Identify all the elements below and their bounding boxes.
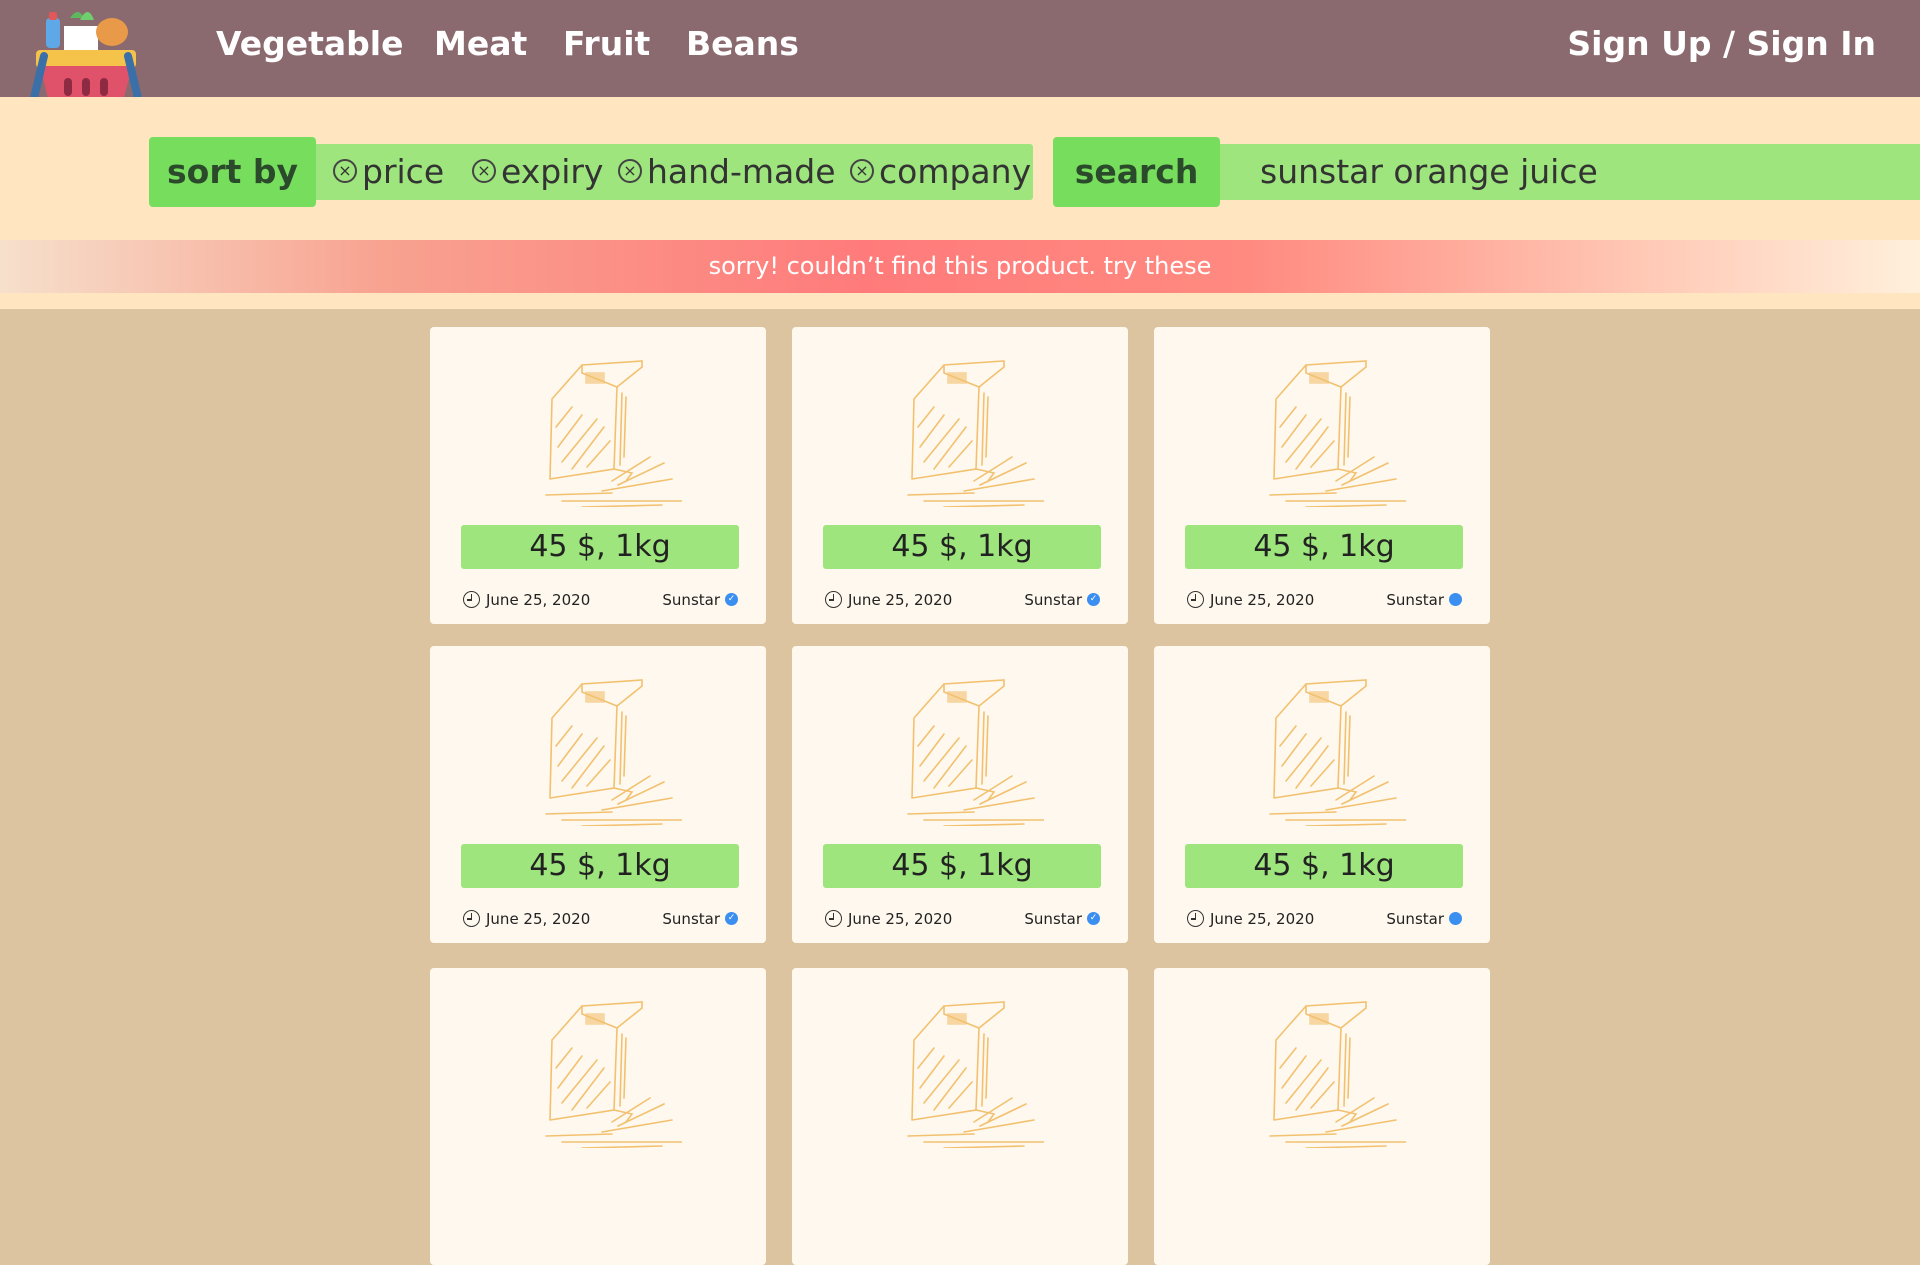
juice-carton-sketch: [1266, 357, 1407, 508]
chip-label: company: [879, 152, 1032, 191]
verified-check-icon: [1449, 912, 1462, 925]
verified-check-icon: [1449, 593, 1462, 606]
top-nav-bar: Vegetable Meat Fruit Beans Sign Up / Sig…: [0, 0, 1920, 97]
clock-icon: [825, 591, 842, 608]
product-card[interactable]: 45 $, 1kg June 25, 2020 Sunstar ✓: [430, 327, 766, 624]
product-date: June 25, 2020: [463, 909, 590, 929]
juice-carton-sketch: [904, 676, 1045, 827]
juice-carton-sketch: [542, 676, 683, 827]
product-card[interactable]: 45 $, 1kg June 25, 2020 Sunstar: [1154, 646, 1490, 943]
product-price: 45 $, 1kg: [461, 844, 739, 888]
not-found-notice: sorry! couldn’t find this product. try t…: [0, 240, 1920, 293]
product-price: 45 $, 1kg: [823, 525, 1101, 569]
product-date: June 25, 2020: [1187, 909, 1314, 929]
chip-label: expiry: [501, 152, 604, 191]
verified-check-icon: ✓: [725, 593, 738, 606]
product-price: 45 $, 1kg: [461, 525, 739, 569]
sort-by-button[interactable]: sort by: [149, 137, 316, 207]
chip-expiry[interactable]: × expiry: [472, 144, 603, 200]
product-vendor[interactable]: Sunstar ✓: [1024, 590, 1100, 610]
chip-label: hand-made: [647, 152, 836, 191]
circle-x-icon[interactable]: ×: [850, 158, 874, 183]
product-vendor[interactable]: Sunstar ✓: [1024, 909, 1100, 929]
product-card[interactable]: [792, 968, 1128, 1265]
circle-x-icon[interactable]: ×: [618, 158, 642, 183]
juice-carton-sketch: [1266, 676, 1407, 827]
verified-check-icon: ✓: [725, 912, 738, 925]
product-price: 45 $, 1kg: [1185, 525, 1463, 569]
product-vendor[interactable]: Sunstar: [1386, 590, 1462, 610]
sign-in-link[interactable]: Sign Up / Sign In: [1567, 24, 1876, 63]
nav-fruit[interactable]: Fruit: [563, 24, 650, 63]
verified-check-icon: ✓: [1087, 593, 1100, 606]
product-date: June 25, 2020: [1187, 590, 1314, 610]
nav-vegetable[interactable]: Vegetable: [216, 24, 403, 63]
clock-icon: [1187, 591, 1204, 608]
nav-meat[interactable]: Meat: [434, 24, 527, 63]
product-date: June 25, 2020: [825, 909, 952, 929]
product-card[interactable]: 45 $, 1kg June 25, 2020 Sunstar ✓: [430, 646, 766, 943]
circle-x-icon[interactable]: ×: [472, 158, 496, 183]
product-vendor[interactable]: Sunstar: [1386, 909, 1462, 929]
search-button[interactable]: search: [1053, 137, 1220, 207]
juice-carton-sketch: [904, 357, 1045, 508]
nav-beans[interactable]: Beans: [686, 24, 799, 63]
product-date: June 25, 2020: [825, 590, 952, 610]
product-card[interactable]: 45 $, 1kg June 25, 2020 Sunstar: [1154, 327, 1490, 624]
clock-icon: [825, 910, 842, 927]
juice-carton-sketch: [1266, 998, 1407, 1149]
clock-icon: [1187, 910, 1204, 927]
product-card[interactable]: 45 $, 1kg June 25, 2020 Sunstar ✓: [792, 327, 1128, 624]
product-date: June 25, 2020: [463, 590, 590, 610]
clock-icon: [463, 910, 480, 927]
clock-icon: [463, 591, 480, 608]
verified-check-icon: ✓: [1087, 912, 1100, 925]
product-card[interactable]: [430, 968, 766, 1265]
product-vendor[interactable]: Sunstar ✓: [662, 590, 738, 610]
product-card[interactable]: 45 $, 1kg June 25, 2020 Sunstar ✓: [792, 646, 1128, 943]
product-price: 45 $, 1kg: [823, 844, 1101, 888]
juice-carton-sketch: [904, 998, 1045, 1149]
chip-price[interactable]: × price: [333, 144, 444, 200]
chip-label: price: [362, 152, 445, 191]
product-card[interactable]: [1154, 968, 1490, 1265]
search-input[interactable]: [1260, 144, 1900, 200]
product-vendor[interactable]: Sunstar ✓: [662, 909, 738, 929]
chip-company[interactable]: × company: [850, 144, 1031, 200]
chip-hand-made[interactable]: × hand-made: [618, 144, 836, 200]
juice-carton-sketch: [542, 998, 683, 1149]
product-price: 45 $, 1kg: [1185, 844, 1463, 888]
circle-x-icon[interactable]: ×: [333, 158, 357, 183]
juice-carton-sketch: [542, 357, 683, 508]
